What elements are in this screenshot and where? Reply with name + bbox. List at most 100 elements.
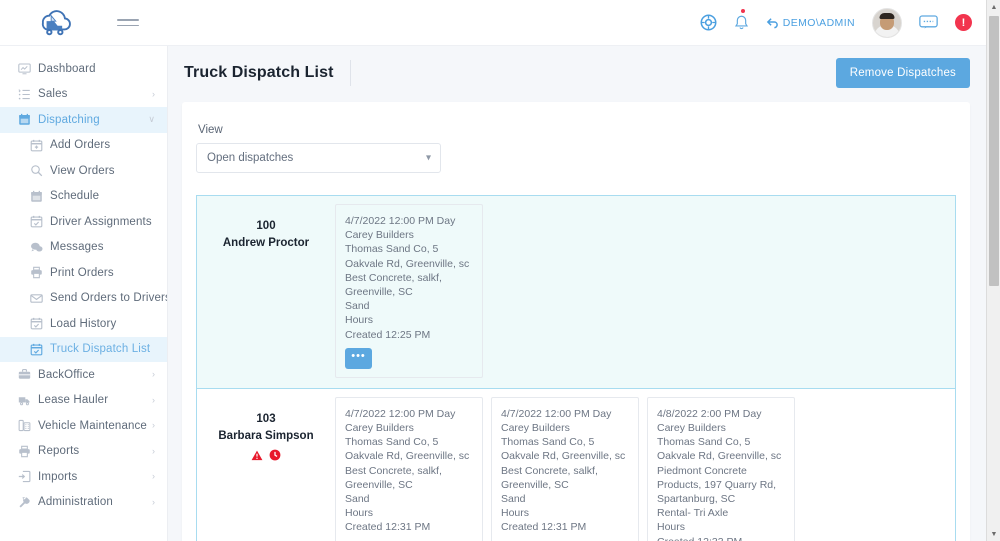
sidebar-item-messages[interactable]: Messages xyxy=(0,235,167,261)
dashboard-icon xyxy=(18,62,38,75)
sidebar-item-print-orders[interactable]: Print Orders xyxy=(0,260,167,286)
dispatch-ticket[interactable]: 4/8/2022 2:00 PM Day Carey Builders Thomas… xyxy=(647,396,795,541)
driver-name: Andrew Proctor xyxy=(222,237,310,250)
printer-icon xyxy=(30,266,50,279)
sidebar-top-spacer xyxy=(0,46,167,56)
dispatch-row: 100 Andrew Proctor 4/7/2022 12:00 PM Day Ca… xyxy=(196,195,956,388)
ticket-list: 4/7/2022 12:00 PM Day Carey Builders Thoma… xyxy=(335,389,955,541)
dispatch-rows: 100 Andrew Proctor 4/7/2022 12:00 PM Day Ca… xyxy=(196,195,956,541)
ticket-created-time: Created 12:33 PM xyxy=(657,535,786,541)
sidebar-item-label: Administration xyxy=(38,496,113,509)
sidebar-item-administration[interactable]: Administration › xyxy=(0,490,167,516)
sidebar-item-label: Truck Dispatch List xyxy=(50,343,151,356)
ticket-pickup-location: Thomas Sand Co, 5 Oakvale Rd, Greenville… xyxy=(345,243,470,270)
calendar-icon xyxy=(31,190,42,202)
sidebar-item-sales[interactable]: Sales › xyxy=(0,82,167,108)
chevron-right-icon: › xyxy=(152,496,155,507)
sidebar-item-add-orders[interactable]: Add Orders xyxy=(0,133,167,159)
calendar-plus-icon xyxy=(30,139,43,152)
ticket-unit: Hours xyxy=(345,314,374,327)
sidebar-item-load-history[interactable]: Load History xyxy=(0,311,167,337)
help-icon[interactable] xyxy=(700,14,717,31)
back-arrow-icon xyxy=(766,18,778,29)
ticket-unit: Hours xyxy=(501,507,530,520)
warning-triangle-icon[interactable] xyxy=(251,448,263,466)
hamburger-line xyxy=(117,24,139,26)
ticket-pickup-location: Thomas Sand Co, 5 Oakvale Rd, Greenville… xyxy=(501,436,626,463)
sidebar-item-view-orders[interactable]: View Orders xyxy=(0,158,167,184)
notifications-button[interactable] xyxy=(734,9,749,31)
ticket-material: Sand xyxy=(501,493,526,506)
sidebar-item-backoffice[interactable]: BackOffice › xyxy=(0,362,167,388)
ticket-material: Sand xyxy=(345,300,370,313)
sidebar-item-driver-assignments[interactable]: Driver Assignments xyxy=(0,209,167,235)
ticket-datetime: 4/7/2022 12:00 PM Day xyxy=(345,407,456,420)
sidebar-item-label: Schedule xyxy=(50,190,100,203)
app-logo[interactable] xyxy=(0,8,105,38)
sidebar-item-dashboard[interactable]: Dashboard xyxy=(0,56,167,82)
sidebar-item-label: BackOffice xyxy=(38,368,95,381)
title-divider xyxy=(349,60,351,86)
sidebar-item-vehicle-maintenance[interactable]: Vehicle Maintenance › xyxy=(0,413,167,439)
wrench-icon xyxy=(18,496,38,509)
notification-dot xyxy=(740,9,745,13)
briefcase-icon xyxy=(18,368,38,381)
avatar[interactable] xyxy=(872,7,902,38)
ticket-pickup-location: Thomas Sand Co, 5 Oakvale Rd, Greenville… xyxy=(345,436,470,463)
truck-cloud-logo-icon xyxy=(41,9,71,35)
page-scrollbar[interactable]: ▲ ▼ xyxy=(986,0,1000,541)
sidebar-item-imports[interactable]: Imports › xyxy=(0,464,167,490)
clock-icon[interactable] xyxy=(269,448,281,466)
top-bar: DEMO\ADMIN ! xyxy=(0,0,986,46)
main-content: Truck Dispatch List Remove Dispatches Vi… xyxy=(168,46,986,541)
driver-cell: 103 Barbara Simpson xyxy=(197,389,335,541)
calendar-icon xyxy=(30,190,50,203)
ticket-material: Rental- Tri Axle xyxy=(657,507,729,520)
sidebar-item-send-orders-to-drivers[interactable]: Send Orders to Drivers xyxy=(0,286,167,312)
dashboard-icon xyxy=(18,63,31,75)
sidebar-item-label: Lease Hauler xyxy=(38,394,109,407)
printer-icon xyxy=(18,445,38,458)
sidebar-toggle-button[interactable] xyxy=(117,19,139,26)
calendar-check-icon xyxy=(30,215,50,228)
app-root: DEMO\ADMIN ! Dashboard Sales › Dispatching ∨… xyxy=(0,0,1000,541)
ticket-unit: Hours xyxy=(657,521,686,534)
remove-dispatches-button[interactable]: Remove Dispatches xyxy=(835,58,970,88)
ticket-dropoff-location: Best Concrete, salkf, Greenville, SC xyxy=(345,464,442,491)
driver-alerts xyxy=(251,448,281,466)
ticket-created-time: Created 12:31 PM xyxy=(345,521,431,534)
sidebar-item-label: Imports xyxy=(38,470,78,483)
calendar-check-icon xyxy=(30,343,50,356)
ticket-dropoff-location: Best Concrete, salkf, Greenville, SC xyxy=(345,271,442,299)
sidebar-item-truck-dispatch-list[interactable]: Truck Dispatch List xyxy=(0,336,167,362)
sidebar-item-label: Print Orders xyxy=(50,266,114,279)
alert-badge[interactable]: ! xyxy=(955,14,972,31)
scroll-up-arrow[interactable]: ▲ xyxy=(987,0,1000,14)
page-title: Truck Dispatch List xyxy=(184,64,334,81)
ticket-options-button[interactable]: ••• xyxy=(345,347,372,369)
sidebar-item-dispatching[interactable]: Dispatching ∨ xyxy=(0,107,167,133)
sidebar-item-label: Load History xyxy=(50,317,117,330)
scrollbar-thumb[interactable] xyxy=(989,16,999,286)
user-account-link[interactable]: DEMO\ADMIN xyxy=(766,16,855,29)
wrench-icon xyxy=(19,497,30,508)
dispatch-ticket[interactable]: 4/7/2022 12:00 PM Day Carey Builders Thoma… xyxy=(335,204,483,378)
ticket-pickup-location: Thomas Sand Co, 5 Oakvale Rd, Greenville… xyxy=(657,436,782,463)
chevron-right-icon: › xyxy=(152,420,155,431)
sidebar-item-label: Send Orders to Drivers xyxy=(50,292,168,305)
chat-button[interactable] xyxy=(919,15,938,30)
scroll-down-arrow[interactable]: ▼ xyxy=(987,527,1000,541)
view-select[interactable]: Open dispatches xyxy=(196,143,441,173)
sidebar-item-reports[interactable]: Reports › xyxy=(0,439,167,465)
sidebar-item-schedule[interactable]: Schedule xyxy=(0,184,167,210)
chat-icon xyxy=(919,15,938,29)
driver-cell: 100 Andrew Proctor xyxy=(197,196,335,388)
sidebar-item-lease-hauler[interactable]: Lease Hauler › xyxy=(0,388,167,414)
printer-icon xyxy=(19,445,30,457)
dispatch-ticket[interactable]: 4/7/2022 12:00 PM Day Carey Builders Thoma… xyxy=(335,396,483,541)
import-icon xyxy=(18,470,38,483)
dispatch-ticket[interactable]: 4/7/2022 12:00 PM Day Carey Builders Thoma… xyxy=(491,396,639,541)
printer-icon xyxy=(31,267,42,279)
ticket-list: 4/7/2022 12:00 PM Day Carey Builders Thoma… xyxy=(335,196,955,388)
calendar-plus-icon xyxy=(30,139,50,152)
